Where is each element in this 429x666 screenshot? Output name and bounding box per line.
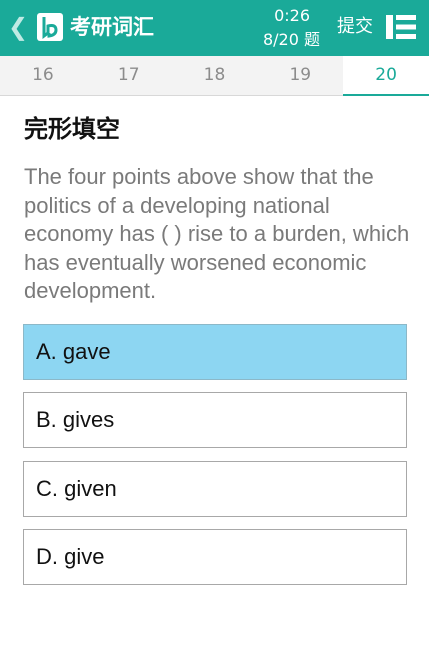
option-a[interactable]: A. gave: [23, 324, 407, 380]
question-number-tabs: 16 17 18 19 20: [0, 56, 429, 96]
question-progress: 8/20 题: [262, 30, 320, 49]
tab-question-20[interactable]: 20: [343, 56, 429, 96]
tab-question-16[interactable]: 16: [0, 56, 86, 95]
option-b[interactable]: B. gives: [23, 392, 407, 448]
top-bar: ❮ 考研词汇 0:26 8/20 题 提交: [0, 0, 429, 56]
section-title: 完形填空: [24, 115, 120, 143]
submit-button[interactable]: 提交: [333, 13, 377, 41]
back-chevron-icon[interactable]: ❮: [8, 12, 28, 42]
question-text: The four points above show that the poli…: [24, 164, 410, 303]
option-d[interactable]: D. give: [23, 529, 407, 585]
timer-text: 0:26: [274, 6, 310, 25]
option-c[interactable]: C. given: [23, 461, 407, 517]
tab-question-18[interactable]: 18: [172, 56, 258, 95]
bookmark-logo-icon: [37, 13, 63, 41]
tab-question-17[interactable]: 17: [86, 56, 172, 95]
tab-question-19[interactable]: 19: [257, 56, 343, 95]
app-title: 考研词汇: [70, 15, 154, 39]
numbered-list-icon[interactable]: [385, 12, 417, 42]
